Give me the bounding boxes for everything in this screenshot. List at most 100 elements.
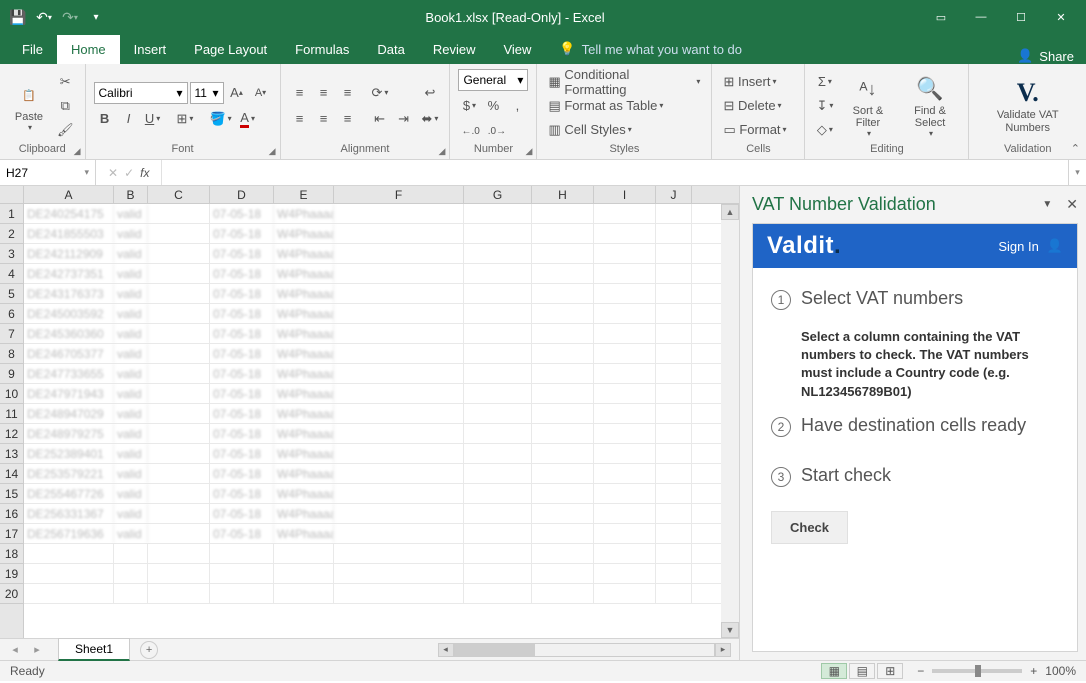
cell[interactable]: [656, 584, 692, 603]
cell[interactable]: W4PhaaaaWM028F1J: [274, 284, 334, 303]
cell[interactable]: [656, 244, 692, 263]
cell[interactable]: DE248947029: [24, 404, 114, 423]
delete-cells-button[interactable]: ⊟ Delete▾: [720, 95, 796, 117]
cell[interactable]: [148, 524, 210, 543]
cell[interactable]: [334, 564, 464, 583]
cell[interactable]: 07-05-18: [210, 424, 274, 443]
cell[interactable]: W4PhaaaaWM0SAwL: [274, 464, 334, 483]
cell[interactable]: [532, 304, 594, 323]
sheet-nav-next-icon[interactable]: ▸: [26, 641, 48, 659]
cell[interactable]: valid: [114, 464, 148, 483]
cell[interactable]: [594, 504, 656, 523]
row-header[interactable]: 9: [0, 364, 23, 384]
cell[interactable]: [334, 444, 464, 463]
cell[interactable]: [464, 524, 532, 543]
cell[interactable]: [148, 244, 210, 263]
cell[interactable]: [594, 424, 656, 443]
sign-in-button[interactable]: Sign In👤: [998, 238, 1063, 254]
cell[interactable]: [594, 444, 656, 463]
table-row[interactable]: DE242737351valid07-05-18W4PhaaaaWM020kEx: [24, 264, 721, 284]
cell[interactable]: W4PhaaaaWM0Q_UG: [274, 304, 334, 323]
tab-page-layout[interactable]: Page Layout: [180, 35, 281, 64]
cell[interactable]: [532, 524, 594, 543]
table-row[interactable]: DE247733655valid07-05-18W4PhaaaaWM0RTpkJ: [24, 364, 721, 384]
cell[interactable]: [148, 344, 210, 363]
comma-button[interactable]: ,: [506, 95, 528, 117]
zoom-out-button[interactable]: −: [917, 664, 924, 678]
cell[interactable]: [148, 324, 210, 343]
row-header[interactable]: 16: [0, 504, 23, 524]
cell[interactable]: [532, 404, 594, 423]
cell[interactable]: [532, 384, 594, 403]
row-header[interactable]: 7: [0, 324, 23, 344]
cell[interactable]: [532, 564, 594, 583]
col-header-g[interactable]: G: [464, 186, 532, 203]
cell[interactable]: [656, 384, 692, 403]
select-all-corner[interactable]: [0, 186, 24, 203]
page-break-view-button[interactable]: ⊞: [877, 663, 903, 679]
cell[interactable]: [464, 364, 532, 383]
zoom-in-button[interactable]: +: [1030, 664, 1037, 678]
cell[interactable]: [148, 504, 210, 523]
cell[interactable]: [532, 424, 594, 443]
cell[interactable]: [656, 364, 692, 383]
cell[interactable]: [594, 284, 656, 303]
table-row[interactable]: DE248979275valid07-05-18W4PhaaaaWM0RcybN: [24, 424, 721, 444]
col-header-c[interactable]: C: [148, 186, 210, 203]
cell[interactable]: [464, 224, 532, 243]
cell[interactable]: [656, 424, 692, 443]
cell[interactable]: [148, 564, 210, 583]
table-row[interactable]: DE243176373valid07-05-18W4PhaaaaWM028F1J: [24, 284, 721, 304]
cell[interactable]: [594, 364, 656, 383]
cell[interactable]: [148, 364, 210, 383]
col-header-d[interactable]: D: [210, 186, 274, 203]
cell[interactable]: [334, 584, 464, 603]
cell[interactable]: [334, 364, 464, 383]
sheet-tab-sheet1[interactable]: Sheet1: [58, 638, 130, 661]
cell[interactable]: [656, 324, 692, 343]
cell[interactable]: 07-05-18: [210, 284, 274, 303]
name-box[interactable]: H27▾: [0, 160, 96, 185]
row-header[interactable]: 2: [0, 224, 23, 244]
cell[interactable]: valid: [114, 384, 148, 403]
cell[interactable]: 07-05-18: [210, 464, 274, 483]
cancel-formula-icon[interactable]: ✕: [108, 166, 118, 180]
table-row[interactable]: DE256719636valid07-05-18W4PhaaaaWM0SZi3a: [24, 524, 721, 544]
table-row[interactable]: DE245360360valid07-05-18W4PhaaaaWM0RBhk: [24, 324, 721, 344]
cell[interactable]: DE245360360: [24, 324, 114, 343]
cell[interactable]: DE242737351: [24, 264, 114, 283]
table-row[interactable]: [24, 584, 721, 604]
format-cells-button[interactable]: ▭ Format▾: [720, 119, 796, 141]
zoom-slider[interactable]: [932, 669, 1022, 673]
minimize-icon[interactable]: —: [962, 5, 1000, 29]
tab-view[interactable]: View: [489, 35, 545, 64]
cell[interactable]: [148, 264, 210, 283]
cell[interactable]: 07-05-18: [210, 404, 274, 423]
cell[interactable]: W4PhaaaaWM0RzEM6: [274, 384, 334, 403]
sheet-nav-prev-icon[interactable]: ◂: [4, 641, 26, 659]
cell[interactable]: [532, 264, 594, 283]
copy-button[interactable]: ⧉: [54, 95, 77, 117]
cell[interactable]: [334, 404, 464, 423]
cell[interactable]: DE252389401: [24, 444, 114, 463]
row-header[interactable]: 8: [0, 344, 23, 364]
cell[interactable]: [148, 584, 210, 603]
tab-home[interactable]: Home: [57, 35, 120, 64]
cell[interactable]: [24, 584, 114, 603]
cell[interactable]: [114, 564, 148, 583]
cell[interactable]: valid: [114, 304, 148, 323]
cell[interactable]: [464, 444, 532, 463]
bottom-align-button[interactable]: ≡: [337, 82, 359, 104]
cell[interactable]: [656, 464, 692, 483]
cell[interactable]: [114, 584, 148, 603]
task-pane-close-icon[interactable]: ✕: [1066, 196, 1078, 213]
scroll-right-icon[interactable]: ▸: [715, 643, 731, 657]
cell[interactable]: [334, 244, 464, 263]
decrease-decimal-button[interactable]: .0→: [485, 121, 509, 143]
tab-file[interactable]: File: [8, 35, 57, 64]
cell[interactable]: [532, 324, 594, 343]
check-button[interactable]: Check: [771, 511, 848, 544]
table-row[interactable]: DE255467726valid07-05-18W4PhaaaaWM0ShrmK…: [24, 484, 721, 504]
cell[interactable]: [594, 304, 656, 323]
cell[interactable]: DE248979275: [24, 424, 114, 443]
